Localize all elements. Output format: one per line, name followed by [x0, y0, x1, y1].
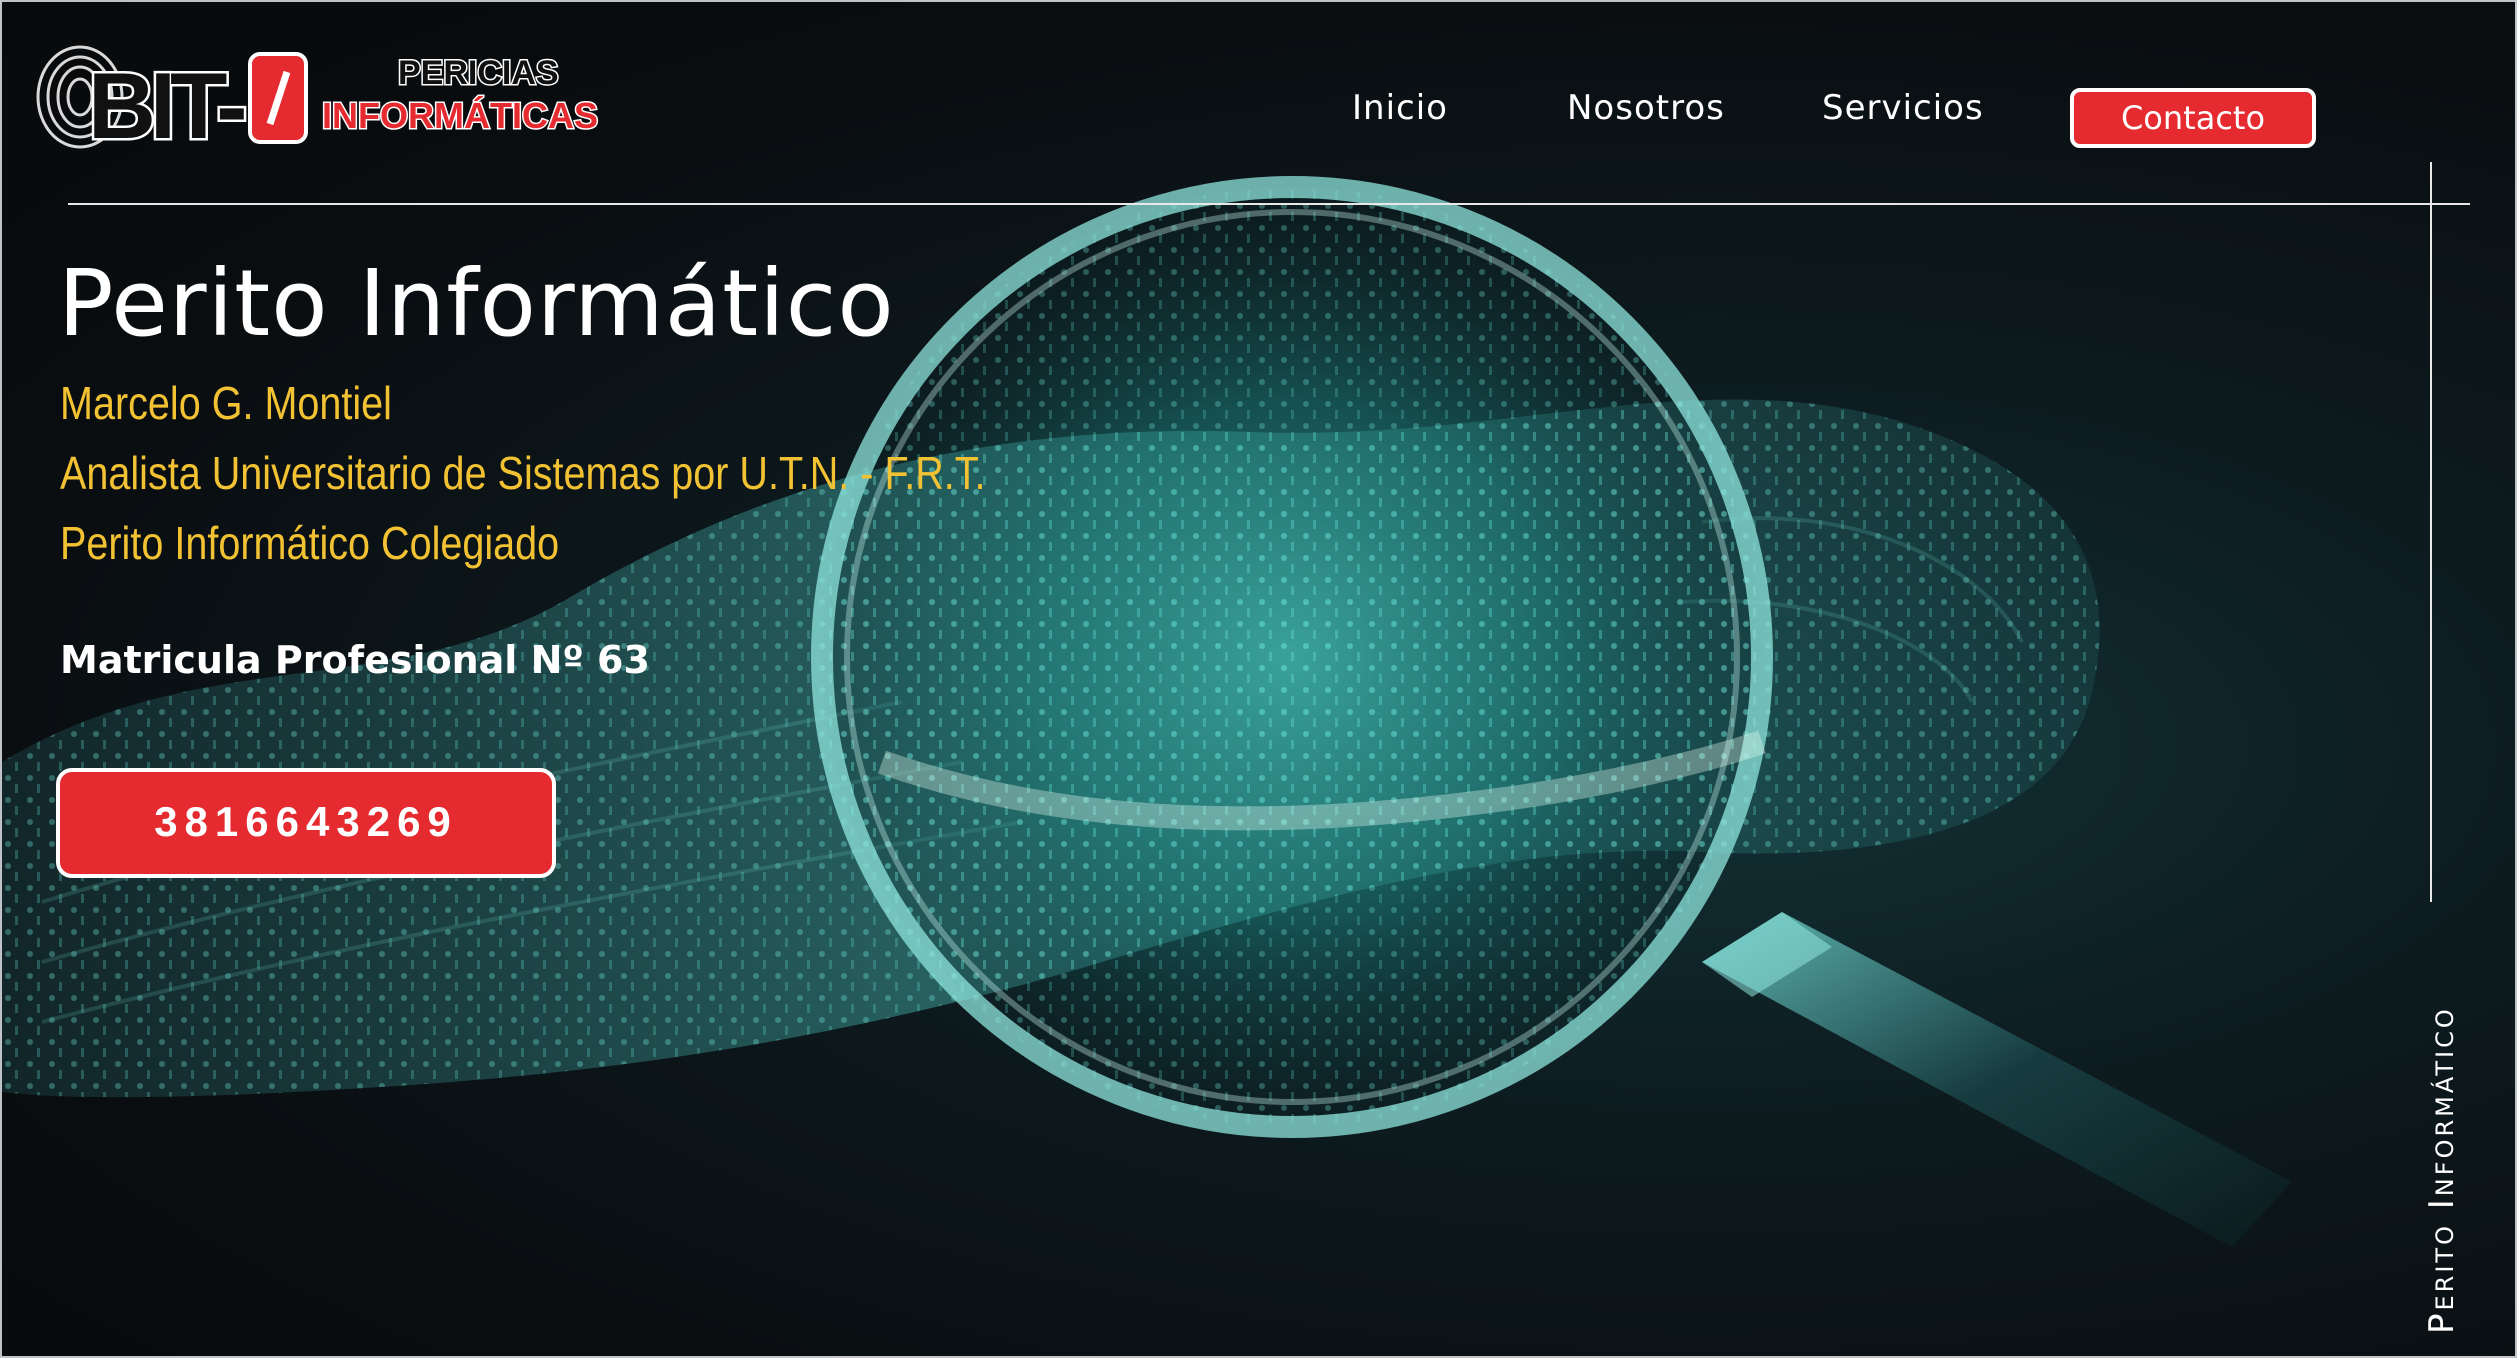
logo-line2: INFORMÁTICAS [322, 95, 598, 136]
logo-mark: BIT- [88, 53, 244, 152]
side-label-container: Perito Informático [2402, 902, 2462, 1342]
brand-logo[interactable]: BIT- PERICIAS INFORMÁTICAS [32, 42, 672, 152]
hero-credential: Perito Informático Colegiado [60, 517, 560, 569]
contact-button[interactable]: Contacto [2070, 88, 2316, 148]
nav-item-inicio[interactable]: Inicio [1352, 88, 1448, 128]
nav-item-nosotros[interactable]: Nosotros [1567, 88, 1725, 128]
page-title: Perito Informático [58, 250, 895, 357]
hero-degree: Analista Universitario de Sistemas por U… [60, 447, 986, 499]
side-divider [2430, 162, 2432, 902]
phone-button[interactable]: 3816643269 [56, 768, 556, 878]
hero-name: Marcelo G. Montiel [60, 377, 392, 429]
hero-matricula: Matricula Profesional Nº 63 [60, 638, 650, 682]
side-label: Perito Informático [2422, 1006, 2462, 1334]
header-divider [68, 203, 2470, 205]
logo-line1: PERICIAS [398, 54, 559, 92]
nav-item-servicios[interactable]: Servicios [1822, 88, 1984, 128]
page-frame: BIT- PERICIAS INFORMÁTICAS Inicio Nosotr… [0, 0, 2517, 1358]
